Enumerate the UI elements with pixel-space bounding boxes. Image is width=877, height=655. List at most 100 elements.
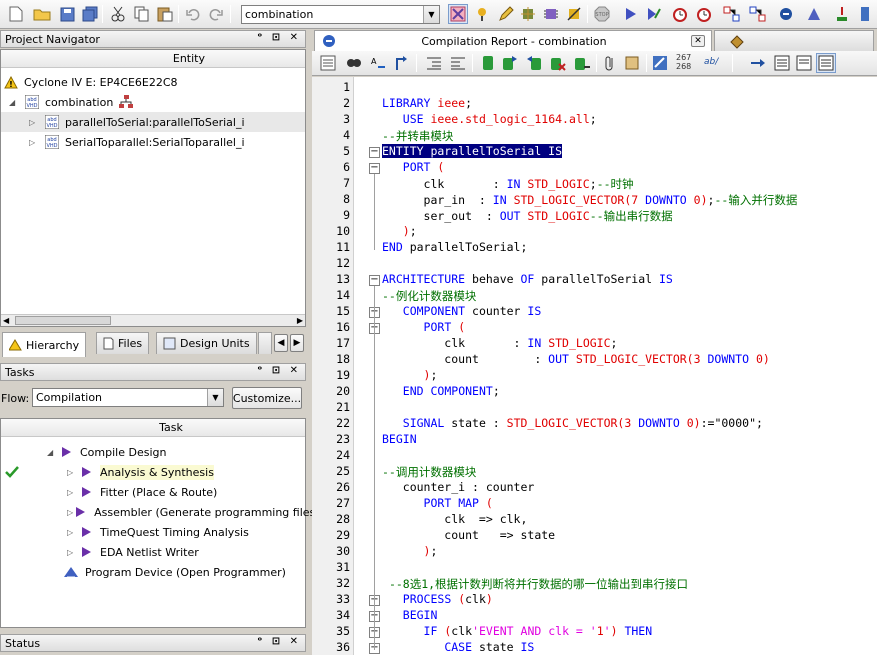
code-line[interactable]: clk => clk, — [382, 512, 527, 526]
tabs-scroll-right[interactable]: ▶ — [290, 334, 304, 352]
timing-icon[interactable] — [670, 4, 690, 24]
fold-toggle-icon[interactable]: − — [369, 163, 380, 174]
panel-controls[interactable]: ᵒ ⊡ ✕ — [257, 32, 301, 43]
horizontal-scrollbar[interactable]: ◀ ▶ — [1, 314, 305, 326]
chip-planner-icon[interactable] — [748, 4, 768, 24]
code-line[interactable]: count => state — [382, 528, 555, 542]
collapsed-triangle-icon[interactable]: ▷ — [67, 508, 73, 517]
code-line[interactable]: IF (clk'EVENT AND clk = '1') THEN — [382, 624, 653, 638]
code-line[interactable]: ); — [382, 544, 438, 558]
tab-hierarchy[interactable]: Hierarchy — [2, 332, 87, 357]
revision-combo[interactable]: combination ▼ — [241, 5, 440, 24]
start-compilation-icon[interactable] — [620, 4, 640, 24]
insert-template-icon[interactable] — [650, 53, 670, 73]
child-entity-row[interactable]: ▷ abd VHD SerialToparallel:SerialToparall… — [1, 132, 245, 152]
uncomment-block-icon[interactable] — [794, 53, 814, 73]
child-entity-row[interactable]: ▷ abd VHD parallelToSerial:parallelToSeri… — [1, 112, 305, 132]
line-counter[interactable]: 267 268 — [676, 53, 698, 71]
code-line[interactable]: ser_out : OUT STD_LOGIC--输出串行数据 — [382, 208, 673, 224]
device-row[interactable]: ! Cyclone IV E: EP4CE6E22C8 — [4, 72, 178, 92]
right-arrow-icon[interactable] — [748, 53, 768, 73]
top-entity-row[interactable]: ◢ abd VHD combination — [9, 92, 134, 112]
flow-select[interactable]: Compilation ▼ — [32, 388, 224, 407]
code-line[interactable]: BEGIN — [382, 608, 438, 622]
code-line[interactable]: BEGIN — [382, 432, 417, 446]
scroll-right-icon[interactable]: ▶ — [297, 316, 303, 325]
code-line[interactable]: PORT ( — [382, 160, 445, 174]
code-line[interactable]: ENTITY parallelToSerial IS — [382, 144, 563, 158]
indent-icon[interactable] — [424, 53, 444, 73]
code-line[interactable]: PORT MAP ( — [382, 496, 493, 510]
collapsed-triangle-icon[interactable]: ▷ — [29, 138, 41, 147]
save-icon[interactable] — [57, 4, 77, 24]
attach-icon[interactable] — [600, 53, 620, 73]
netlist-viewer-icon[interactable] — [722, 4, 742, 24]
code-line[interactable]: CASE state IS — [382, 640, 534, 654]
code-line[interactable]: ); — [382, 368, 438, 382]
panel-controls[interactable]: ᵒ ⊡ ✕ — [257, 636, 301, 647]
settings-chip-icon[interactable] — [518, 4, 538, 24]
tab-overflow[interactable] — [258, 332, 272, 354]
redo-icon[interactable] — [206, 4, 226, 24]
tab-second-file[interactable] — [714, 30, 874, 52]
code-line[interactable]: count : OUT STD_LOGIC_VECTOR(3 DOWNTO 0) — [382, 352, 770, 366]
collapsed-triangle-icon[interactable]: ▷ — [67, 488, 79, 497]
toggle-case-icon[interactable]: ab/ — [704, 57, 718, 67]
code-line[interactable]: USE ieee.std_logic_1164.all; — [382, 112, 597, 126]
collapsed-triangle-icon[interactable]: ▷ — [67, 528, 79, 537]
comment-block-icon[interactable] — [772, 53, 792, 73]
code-line[interactable]: COMPONENT counter IS — [382, 304, 541, 318]
prev-bookmark-icon[interactable] — [500, 53, 520, 73]
programmer-icon[interactable] — [776, 4, 796, 24]
new-file-icon[interactable] — [6, 4, 26, 24]
task-row[interactable]: ▷ Assembler (Generate programming files) — [1, 502, 320, 522]
find-icon[interactable] — [344, 53, 364, 73]
undo-icon[interactable] — [183, 4, 203, 24]
scrollbar-thumb[interactable] — [15, 316, 111, 325]
bookmark-icon[interactable] — [478, 53, 498, 73]
collapsed-triangle-icon[interactable]: ▷ — [29, 118, 41, 127]
stop-icon[interactable]: STOP — [592, 4, 612, 24]
toggle-bookmark-icon[interactable] — [572, 53, 592, 73]
customize-button[interactable]: Customize... — [232, 387, 302, 409]
scroll-icon[interactable] — [622, 53, 642, 73]
collapsed-triangle-icon[interactable]: ▷ — [67, 548, 79, 557]
task-column-header[interactable]: Task — [1, 419, 305, 437]
code-line[interactable]: END COMPONENT; — [382, 384, 500, 398]
code-line[interactable]: --调用计数器模块 — [382, 464, 476, 480]
open-folder-icon[interactable] — [32, 4, 52, 24]
timing-analyzer-icon[interactable] — [694, 4, 714, 24]
code-line[interactable]: --并转串模块 — [382, 128, 453, 144]
chip-wand-icon[interactable] — [564, 4, 584, 24]
signaltap-icon[interactable] — [804, 4, 824, 24]
editor-props-icon[interactable] — [318, 53, 338, 73]
task-row-selected[interactable]: ▷ Analysis & Synthesis — [1, 462, 305, 482]
clear-bookmarks-icon[interactable] — [548, 53, 568, 73]
task-row[interactable]: ◢ Compile Design — [1, 442, 305, 462]
copy-icon[interactable] — [132, 4, 152, 24]
task-row[interactable]: ▷ TimeQuest Timing Analysis — [1, 522, 305, 542]
tab-compilation-report[interactable]: Compilation Report - combination ✕ — [314, 30, 712, 51]
code-line[interactable]: --例化计数器模块 — [382, 288, 476, 304]
code-line[interactable]: ); — [382, 224, 417, 238]
save-all-icon[interactable] — [80, 4, 100, 24]
code-line[interactable]: END parallelToSerial; — [382, 240, 527, 254]
compare-icon[interactable] — [448, 4, 468, 24]
code-line[interactable]: clk : IN STD_LOGIC; — [382, 336, 617, 350]
expand-triangle-icon[interactable]: ◢ — [9, 98, 21, 107]
go-to-line-icon[interactable] — [392, 53, 412, 73]
pin-planner-icon[interactable] — [472, 4, 492, 24]
expand-triangle-icon[interactable]: ◢ — [47, 448, 59, 457]
cut-icon[interactable] — [108, 4, 128, 24]
analysis-icon[interactable] — [643, 4, 663, 24]
code-line[interactable]: ARCHITECTURE behave OF parallelToSerial … — [382, 272, 673, 286]
paste-icon[interactable] — [155, 4, 175, 24]
entity-column-header[interactable]: Entity — [1, 50, 305, 68]
power-icon[interactable] — [832, 4, 852, 24]
code-line[interactable]: par_in : IN STD_LOGIC_VECTOR(7 DOWNTO 0)… — [382, 192, 798, 208]
pencil-icon[interactable] — [496, 4, 516, 24]
task-row[interactable]: ▷ Fitter (Place & Route) — [1, 482, 305, 502]
task-row[interactable]: Program Device (Open Programmer) — [1, 562, 305, 582]
next-bookmark-icon[interactable] — [524, 53, 544, 73]
help-icon[interactable] — [856, 4, 876, 24]
